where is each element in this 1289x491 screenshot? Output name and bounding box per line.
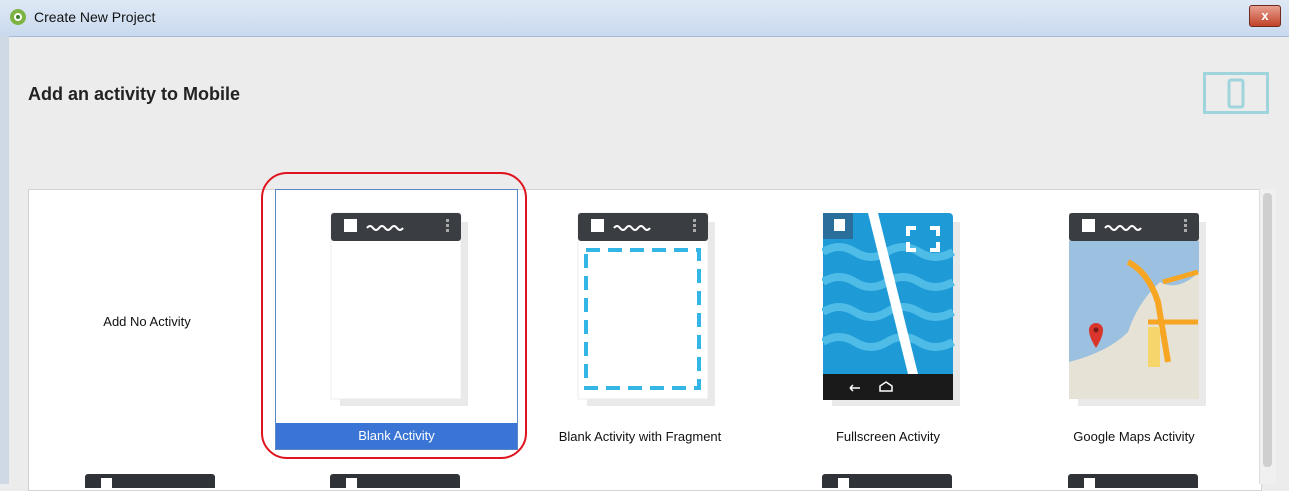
tile-label: Add No Activity <box>103 314 191 329</box>
fragment-activity-thumbnail <box>577 212 715 406</box>
next-row-thumbnail <box>85 474 215 488</box>
activity-tile-fragment[interactable]: Blank Activity with Fragment <box>540 189 740 450</box>
gallery-scrollbar[interactable] <box>1259 189 1276 484</box>
tile-label: Fullscreen Activity <box>835 429 941 444</box>
page-title: Add an activity to Mobile <box>28 84 241 104</box>
close-button[interactable]: x <box>1249 5 1281 27</box>
maps-activity-thumbnail <box>1069 213 1206 406</box>
window-title-bar: Create New Project x <box>0 0 1289 37</box>
activity-tile-fullscreen[interactable]: Fullscreen Activity <box>788 189 988 450</box>
activity-tile-no-activity[interactable]: Add No Activity <box>47 314 247 329</box>
selection-highlight-annotation <box>261 172 527 459</box>
tile-label: Google Maps Activity <box>1073 429 1195 444</box>
next-row-thumbnail <box>1068 474 1198 488</box>
window-frame-edge <box>0 36 9 484</box>
activity-tile-google-maps[interactable]: Google Maps Activity <box>1034 189 1234 450</box>
next-row-thumbnail <box>330 474 460 488</box>
tile-label: Blank Activity with Fragment <box>558 429 722 444</box>
scrollbar-thumb[interactable] <box>1263 193 1272 467</box>
mobile-tablet-icon <box>1203 72 1269 114</box>
window-title: Create New Project <box>34 9 156 25</box>
close-icon: x <box>1261 8 1269 23</box>
next-row-thumbnail <box>822 474 952 488</box>
fullscreen-activity-thumbnail <box>822 213 960 406</box>
android-studio-icon <box>10 9 26 25</box>
